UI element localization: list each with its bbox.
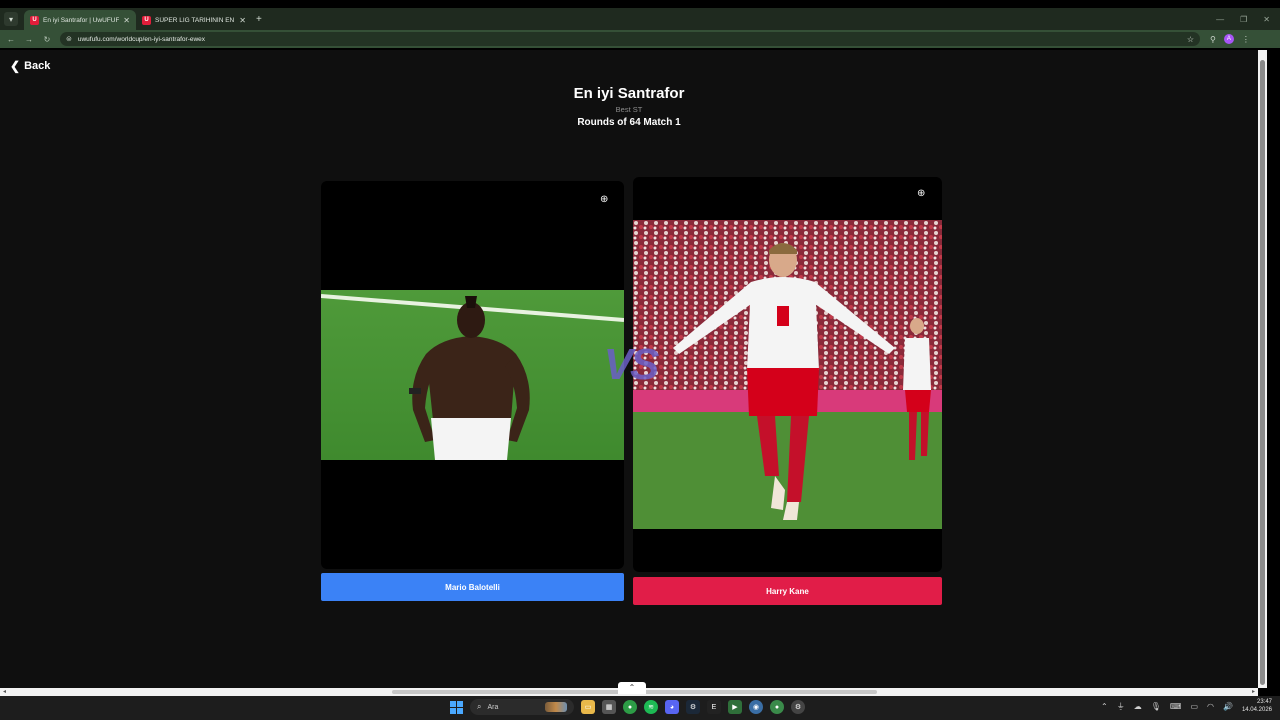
clock-time: 23:47 bbox=[1256, 699, 1272, 705]
taskbar-search[interactable]: ⌕ Ara bbox=[470, 699, 574, 715]
zoom-in-icon[interactable]: ⊕ bbox=[917, 188, 925, 199]
extensions-icon[interactable]: ⚲ bbox=[1210, 35, 1216, 44]
tab-title: En iyi Santrafor | UwUFUFU bbox=[43, 16, 120, 24]
tab-close-icon[interactable]: ✕ bbox=[123, 16, 130, 25]
taskbar: ⌕ Ara ▭ ▦ ● ≋ ◕ ⚙ E ▶ ◉ ● ⚙ ⌃ ⏚ ☁ 🎙 ⌨ ▭ … bbox=[0, 696, 1280, 720]
candidate-photo-right[interactable] bbox=[633, 220, 942, 529]
chevron-left-icon: ❮ bbox=[10, 59, 21, 73]
bookmark-star-icon[interactable]: ☆ bbox=[1187, 35, 1194, 44]
page-viewport: ❮ Back En iyi Santrafor Best ST Rounds o… bbox=[0, 50, 1258, 688]
reload-icon[interactable]: ↻ bbox=[38, 35, 56, 44]
calendar-icon[interactable]: ▦ bbox=[602, 700, 616, 714]
search-icon: ⌕ bbox=[477, 702, 482, 711]
match-header: En iyi Santrafor Best ST Rounds of 64 Ma… bbox=[0, 85, 1258, 128]
page-title: En iyi Santrafor bbox=[573, 85, 685, 102]
spotify-icon[interactable]: ≋ bbox=[644, 700, 658, 714]
forward-arrow-icon[interactable]: → bbox=[20, 35, 38, 44]
address-bar: ← → ↻ ⊜ uwufufu.com/worldcup/en-iyi-sant… bbox=[0, 30, 1280, 48]
page-subtitle: Best ST bbox=[615, 105, 643, 114]
steam-icon[interactable]: ⚙ bbox=[686, 700, 700, 714]
round-label: Rounds of 64 Match 1 bbox=[577, 117, 681, 128]
back-label: Back bbox=[24, 60, 51, 72]
scroll-left-arrow-icon[interactable]: ◂ bbox=[3, 688, 6, 695]
back-arrow-icon[interactable]: ← bbox=[2, 35, 20, 44]
vs-label: VS bbox=[594, 340, 666, 390]
play-icon[interactable]: ▶ bbox=[728, 700, 742, 714]
display-icon[interactable]: ▭ bbox=[1190, 702, 1198, 711]
epic-games-icon[interactable]: E bbox=[707, 700, 721, 714]
chevron-up-tray-icon[interactable]: ⌃ bbox=[1101, 702, 1108, 711]
tab-strip: ▾ U En iyi Santrafor | UwUFUFU ✕ U SÜPER… bbox=[0, 8, 1280, 30]
candidate-card-right[interactable]: ⊕ bbox=[633, 177, 942, 572]
candidate-card-left[interactable]: ⊕ bbox=[321, 181, 624, 569]
close-window-icon[interactable]: ✕ bbox=[1263, 15, 1270, 24]
search-highlight-image bbox=[545, 702, 567, 712]
vertical-scrollbar[interactable] bbox=[1258, 50, 1267, 688]
windows-start-icon[interactable] bbox=[450, 700, 463, 714]
usb-icon[interactable]: ⏚ bbox=[1117, 701, 1125, 712]
tab-inactive[interactable]: U SÜPER LIG TARİHİNİN EN İYİ FU ✕ bbox=[136, 10, 252, 30]
wifi-icon[interactable]: ◠ bbox=[1207, 702, 1214, 711]
chrome-profile-icon[interactable]: ● bbox=[770, 700, 784, 714]
tab-active[interactable]: U En iyi Santrafor | UwUFUFU ✕ bbox=[24, 10, 136, 30]
site-info-icon[interactable]: ⊜ bbox=[66, 35, 72, 43]
window-controls: — ❐ ✕ bbox=[1216, 15, 1280, 24]
candidate-photo-left[interactable] bbox=[321, 290, 624, 460]
back-button[interactable]: ❮ Back bbox=[10, 59, 50, 73]
clock[interactable]: 23:47 14.04.2026 bbox=[1242, 698, 1272, 714]
file-explorer-icon[interactable]: ▭ bbox=[581, 700, 595, 714]
microphone-icon[interactable]: 🎙 bbox=[1151, 702, 1161, 711]
taskbar-search-label: Ara bbox=[487, 703, 499, 711]
browser-menu-icon[interactable]: ⋮ bbox=[1242, 35, 1250, 44]
minimize-icon[interactable]: — bbox=[1216, 15, 1224, 24]
keyboard-icon[interactable]: ⌨ bbox=[1170, 702, 1182, 711]
screen-top-edge bbox=[0, 0, 1280, 8]
cloud-icon[interactable]: ☁ bbox=[1134, 702, 1142, 711]
discord-icon[interactable]: ◕ bbox=[665, 700, 679, 714]
url-text: uwufufu.com/worldcup/en-iyi-santrafor-ew… bbox=[77, 35, 206, 43]
settings-gear-icon[interactable]: ⚙ bbox=[791, 700, 805, 714]
uwufufu-favicon-icon: U bbox=[142, 15, 151, 25]
volume-icon[interactable]: 🔊 bbox=[1223, 702, 1233, 711]
chrome-icon[interactable]: ● bbox=[623, 700, 637, 714]
chevron-up-icon[interactable]: ⌃ bbox=[618, 682, 646, 694]
maximize-icon[interactable]: ❐ bbox=[1240, 15, 1247, 24]
vs-text: VS bbox=[603, 340, 660, 389]
uwufufu-favicon-icon: U bbox=[30, 15, 39, 25]
tab-title: SÜPER LIG TARİHİNİN EN İYİ FU bbox=[155, 16, 235, 24]
app-globe-icon[interactable]: ◉ bbox=[749, 700, 763, 714]
pick-right-button[interactable]: Harry Kane bbox=[633, 577, 942, 605]
profile-avatar[interactable]: A bbox=[1223, 34, 1234, 44]
vertical-scrollbar-thumb[interactable] bbox=[1260, 60, 1265, 685]
zoom-in-icon[interactable]: ⊕ bbox=[600, 194, 608, 205]
scroll-right-arrow-icon[interactable]: ▸ bbox=[1252, 688, 1255, 695]
screen-right-edge bbox=[1267, 50, 1280, 696]
tab-search-button[interactable]: ▾ bbox=[4, 12, 18, 26]
url-field[interactable]: ⊜ uwufufu.com/worldcup/en-iyi-santrafor-… bbox=[60, 32, 1200, 46]
clock-date: 14.04.2026 bbox=[1241, 707, 1272, 713]
new-tab-button[interactable]: + bbox=[256, 14, 262, 25]
pick-left-button[interactable]: Mario Balotelli bbox=[321, 573, 624, 601]
tab-close-icon[interactable]: ✕ bbox=[239, 16, 246, 25]
